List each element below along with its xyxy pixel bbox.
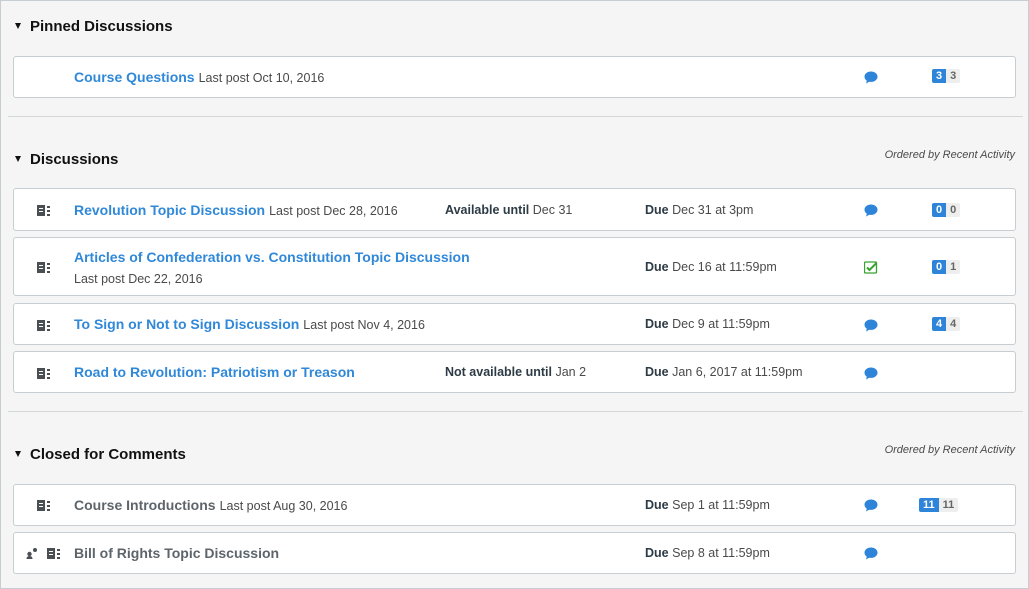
discussion-icon [37,499,51,512]
due-date-text: Due Sep 8 at 11:59pm [645,546,770,560]
discussion-row[interactable]: Articles of Confederation vs. Constituti… [13,237,1016,296]
unread-count-badge[interactable]: 11 [919,498,939,512]
ordered-by-label: Ordered by Recent Activity [884,149,1015,161]
last-post-text: Last post Dec 22, 2016 [74,272,203,286]
availability-text: Available until Dec 31 [445,203,573,217]
speech-bubble-icon[interactable] [864,499,878,512]
reply-counts: 4 4 [932,317,961,331]
discussion-icon [37,367,51,380]
reply-counts: 0 1 [932,260,961,274]
last-post-text: Last post Dec 28, 2016 [269,204,398,218]
group-discussion-icon [26,548,37,559]
discussion-icon [37,319,51,332]
caret-down-icon [15,156,21,162]
discussions-page: Pinned Discussions Course Questions Last … [0,0,1029,589]
speech-bubble-icon[interactable] [864,547,878,560]
section-title: Discussions [30,150,119,168]
discussion-title-link[interactable]: Articles of Confederation vs. Constituti… [74,249,470,265]
discussion-row[interactable]: Road to Revolution: Patriotism or Treaso… [13,351,1016,393]
discussion-title-link[interactable]: Course Questions Last post Oct 10, 2016 [74,69,324,85]
discussion-title-link[interactable]: Road to Revolution: Patriotism or Treaso… [74,364,355,380]
reply-counts: 3 3 [932,69,961,83]
speech-bubble-icon[interactable] [864,319,878,332]
availability-text: Not available until Jan 2 [445,365,587,379]
due-date-text: Due Dec 9 at 11:59pm [645,317,770,331]
section-title: Closed for Comments [30,445,186,463]
unread-count-badge[interactable]: 0 [932,203,947,217]
last-post-text: Last post Oct 10, 2016 [198,71,325,85]
discussion-title-link[interactable]: To Sign or Not to Sign Discussion Last po… [74,316,425,332]
total-count-badge: 0 [946,203,961,217]
pinned-section-toggle[interactable]: Pinned Discussions [15,16,173,36]
closed-section-toggle[interactable]: Closed for Comments [15,444,186,464]
speech-bubble-icon[interactable] [864,204,878,217]
section-divider [8,411,1023,412]
discussion-row[interactable]: Bill of Rights Topic Discussion Due Sep … [13,532,1016,574]
discussions-section-toggle[interactable]: Discussions [15,149,118,169]
caret-down-icon [15,451,21,457]
last-post-text: Last post Nov 4, 2016 [303,318,425,332]
discussion-icon [37,261,51,274]
total-count-badge: 11 [938,498,959,512]
caret-down-icon [15,23,21,29]
discussion-title-link[interactable]: Revolution Topic Discussion Last post Dec… [74,202,398,218]
speech-bubble-icon[interactable] [864,71,878,84]
due-date-text: Due Dec 31 at 3pm [645,203,754,217]
discussion-row[interactable]: Course Questions Last post Oct 10, 2016 3… [13,56,1016,98]
total-count-badge: 3 [946,69,961,83]
discussion-icon [47,547,61,560]
section-divider [8,116,1023,117]
discussion-row[interactable]: Course Introductions Last post Aug 30, 20… [13,484,1016,526]
due-date-text: Due Sep 1 at 11:59pm [645,498,770,512]
unread-count-badge[interactable]: 0 [932,260,947,274]
unread-count-badge[interactable]: 3 [932,69,947,83]
discussion-title-link[interactable]: Course Introductions Last post Aug 30, 20… [74,497,347,513]
unread-count-badge[interactable]: 4 [932,317,947,331]
reply-counts: 0 0 [932,203,961,217]
discussion-row[interactable]: To Sign or Not to Sign Discussion Last po… [13,303,1016,345]
section-title: Pinned Discussions [30,17,173,35]
last-post-text: Last post Aug 30, 2016 [219,499,348,513]
discussion-row[interactable]: Revolution Topic Discussion Last post Dec… [13,188,1016,231]
discussion-icon [37,204,51,217]
due-date-text: Due Dec 16 at 11:59pm [645,260,777,274]
due-date-text: Due Jan 6, 2017 at 11:59pm [645,365,803,379]
checked-icon[interactable] [864,261,878,274]
discussion-title-link[interactable]: Bill of Rights Topic Discussion [74,545,279,561]
speech-bubble-icon[interactable] [864,367,878,380]
reply-counts: 11 11 [919,498,959,512]
total-count-badge: 4 [946,317,961,331]
total-count-badge: 1 [946,260,961,274]
ordered-by-label: Ordered by Recent Activity [884,444,1015,456]
